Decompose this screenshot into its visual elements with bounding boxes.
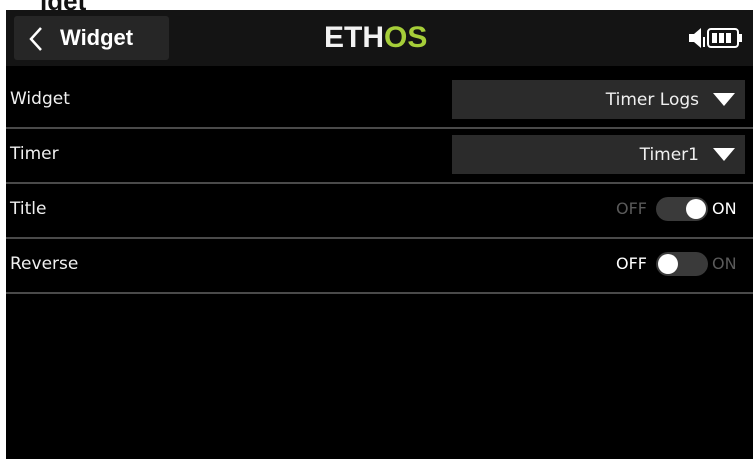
title-toggle-off-label: OFF xyxy=(616,199,647,218)
widget-select-value: Timer Logs xyxy=(605,90,699,110)
timer-select-value: Timer1 xyxy=(639,145,699,165)
widget-label: Widget xyxy=(10,89,70,109)
status-icons xyxy=(689,28,742,48)
speaker-icon xyxy=(689,28,705,48)
top-bar: Widget ETHOS xyxy=(6,10,753,66)
chevron-left-icon xyxy=(29,27,42,51)
title-toggle-knob xyxy=(686,199,706,219)
title-toggle[interactable]: OFF ON xyxy=(616,196,748,222)
reverse-toggle-off-label: OFF xyxy=(616,254,647,273)
screen-title: Widget xyxy=(60,25,134,50)
logo-text-eth: ETH xyxy=(324,21,384,54)
title-toggle-on-label: ON xyxy=(712,199,737,218)
reverse-toggle[interactable]: OFF ON xyxy=(616,251,748,277)
radio-screen: Widget ETHOS Widget Timer Logs Timer Tim… xyxy=(6,10,753,459)
reverse-row: Reverse OFF ON xyxy=(6,239,753,294)
ethos-logo: ETHOS xyxy=(324,20,427,56)
title-row: Title OFF ON xyxy=(6,184,753,239)
caret-down-icon xyxy=(713,148,735,161)
title-toggle-track xyxy=(656,197,708,221)
reverse-toggle-track xyxy=(656,252,708,276)
timer-row: Timer Timer1 xyxy=(6,129,753,184)
title-label: Title xyxy=(10,199,47,219)
reverse-toggle-on-label: ON xyxy=(712,254,737,273)
caret-down-icon xyxy=(713,93,735,106)
back-button[interactable]: Widget xyxy=(14,16,169,60)
reverse-toggle-knob xyxy=(658,254,678,274)
battery-icon xyxy=(707,28,742,48)
timer-label: Timer xyxy=(10,144,59,164)
logo-text-os: OS xyxy=(384,21,428,54)
timer-select[interactable]: Timer1 xyxy=(452,135,745,174)
reverse-label: Reverse xyxy=(10,254,79,274)
widget-row: Widget Timer Logs xyxy=(6,74,753,129)
widget-select[interactable]: Timer Logs xyxy=(452,80,745,119)
